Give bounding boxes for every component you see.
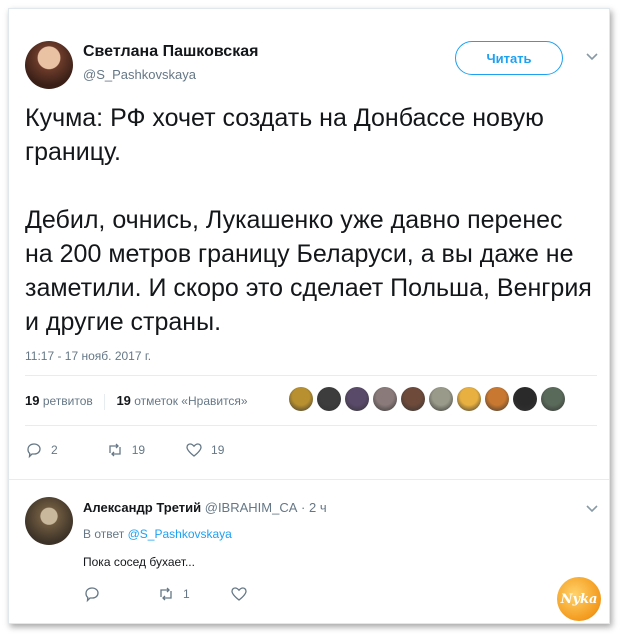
- likes-count: 19: [116, 393, 131, 408]
- liker-avatar[interactable]: [541, 387, 565, 411]
- liker-avatar[interactable]: [345, 387, 369, 411]
- chevron-down-icon[interactable]: [585, 51, 599, 65]
- divider: [25, 425, 597, 426]
- retweets-label: ретвитов: [42, 394, 93, 408]
- likes-stat[interactable]: 19 отметок «Нравится»: [116, 393, 248, 408]
- liker-avatar[interactable]: [373, 387, 397, 411]
- liker-avatars: [289, 387, 565, 411]
- retweet-button[interactable]: 19: [106, 441, 145, 459]
- reply-author-name[interactable]: Александр Третий: [83, 500, 201, 515]
- reply-button[interactable]: [83, 585, 109, 603]
- reply-author-handle[interactable]: @IBRAHIM_CA: [205, 500, 298, 515]
- watermark-logo: Nyka: [557, 577, 601, 621]
- tweet-timestamp[interactable]: 11:17 - 17 нояб. 2017 г.: [25, 349, 151, 363]
- author-name[interactable]: Светлана Пашковская: [83, 43, 258, 61]
- liker-avatar[interactable]: [513, 387, 537, 411]
- like-button[interactable]: [230, 585, 256, 603]
- follow-button[interactable]: Читать: [455, 41, 563, 75]
- reply-icon: [85, 587, 99, 603]
- reply-button[interactable]: 2: [25, 441, 58, 459]
- retweet-count: 1: [183, 587, 190, 601]
- retweet-button[interactable]: 1: [157, 585, 190, 603]
- like-button[interactable]: 19: [185, 441, 224, 459]
- reply-actions: 1: [83, 585, 288, 603]
- reply-age[interactable]: · 2 ч: [301, 500, 327, 515]
- retweet-count: 19: [131, 443, 146, 457]
- liker-avatar[interactable]: [289, 387, 313, 411]
- like-count: 19: [211, 443, 225, 457]
- stats-divider: [104, 393, 106, 410]
- in-reply-prefix: В ответ: [83, 527, 125, 541]
- liker-avatar[interactable]: [401, 387, 425, 411]
- tweet-actions: 2 19 19: [25, 441, 256, 459]
- reply-author-line: Александр Третий @IBRAHIM_CA · 2 ч: [83, 500, 327, 515]
- reply-author-avatar[interactable]: [25, 497, 73, 545]
- tweet-text: Кучма: РФ хочет создать на Донбассе нову…: [25, 104, 592, 336]
- author-handle[interactable]: @S_Pashkovskaya: [83, 67, 196, 82]
- tweet-stats: 19 ретвитов 19 отметок «Нравится»: [25, 393, 248, 410]
- tweet-card: Светлана Пашковская @S_Pashkovskaya Чита…: [8, 8, 610, 624]
- liker-avatar[interactable]: [485, 387, 509, 411]
- retweets-count: 19: [25, 393, 40, 408]
- heart-icon: [231, 587, 247, 601]
- in-reply-to: В ответ @S_Pashkovskaya: [83, 527, 232, 541]
- likes-label: отметок «Нравится»: [134, 394, 248, 408]
- liker-avatar[interactable]: [429, 387, 453, 411]
- in-reply-handle-link[interactable]: @S_Pashkovskaya: [128, 527, 232, 541]
- divider: [25, 375, 597, 376]
- reply-icon: [27, 443, 41, 459]
- author-avatar[interactable]: [25, 41, 73, 89]
- reply-count: 2: [51, 443, 58, 457]
- liker-avatar[interactable]: [457, 387, 481, 411]
- retweets-stat[interactable]: 19 ретвитов: [25, 393, 93, 408]
- heart-icon: [186, 443, 202, 457]
- retweet-icon: [109, 443, 121, 457]
- liker-avatar[interactable]: [317, 387, 341, 411]
- retweet-icon: [160, 587, 172, 601]
- chevron-down-icon[interactable]: [585, 503, 599, 517]
- divider: [9, 479, 609, 480]
- reply-text: Пока сосед бухает...: [83, 555, 195, 569]
